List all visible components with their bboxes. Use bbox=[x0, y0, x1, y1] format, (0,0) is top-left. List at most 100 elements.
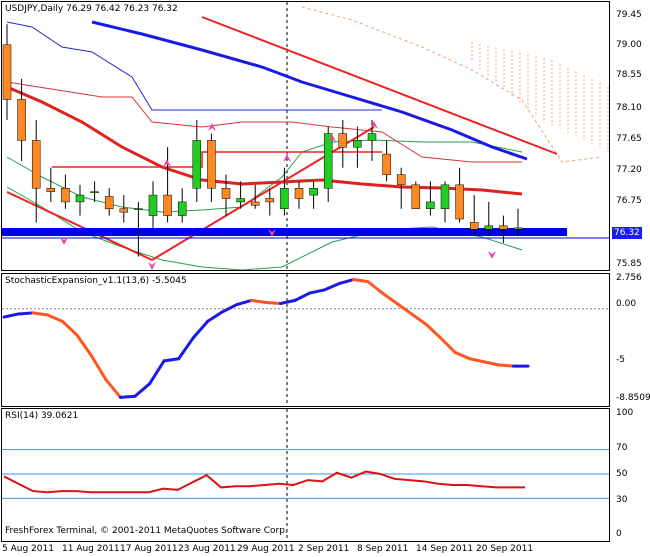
support-zone-band bbox=[2, 228, 567, 236]
fractal-up-arrow-icon bbox=[163, 159, 171, 167]
date-axis-label: 29 Aug 2011 bbox=[237, 544, 295, 554]
bullish-candle bbox=[192, 140, 202, 189]
date-axis-label: 5 Aug 2011 bbox=[2, 544, 54, 554]
bullish-candle bbox=[236, 198, 245, 203]
stochastic-falling-segment bbox=[468, 357, 486, 364]
bearish-candle bbox=[265, 198, 275, 203]
date-axis-label: 8 Sep 2011 bbox=[357, 544, 409, 554]
bearish-candle bbox=[119, 208, 129, 213]
bullish-candle bbox=[426, 201, 435, 210]
resistance-steps bbox=[52, 151, 382, 168]
stochastic-falling-segment bbox=[60, 319, 79, 337]
stochastic-rising-segment bbox=[206, 310, 224, 323]
bullish-candle bbox=[309, 188, 318, 196]
bearish-candle bbox=[207, 140, 216, 189]
stoch-axis-label: -8.8509 bbox=[616, 393, 650, 403]
price-axis-label: 78.10 bbox=[616, 103, 642, 113]
stochastic-falling-segment bbox=[89, 354, 108, 382]
rsi-line bbox=[3, 470, 525, 494]
price-chart-svg bbox=[2, 2, 609, 270]
bearish-candle bbox=[396, 174, 406, 186]
bullish-candle bbox=[75, 194, 85, 203]
stochastic-falling-segment bbox=[75, 333, 93, 358]
bearish-candle bbox=[2, 44, 12, 100]
stochastic-rising-segment bbox=[235, 298, 253, 307]
bearish-candle bbox=[163, 194, 172, 216]
price-axis-label: 77.20 bbox=[616, 165, 642, 175]
bearish-candle bbox=[221, 188, 231, 199]
bullish-candle bbox=[367, 133, 377, 141]
price-axis-label: 79.45 bbox=[616, 10, 642, 20]
stochastic-falling-segment bbox=[410, 312, 428, 326]
bearish-candle bbox=[338, 133, 348, 148]
stochastic-rising-segment bbox=[308, 288, 326, 295]
stochastic-falling-segment bbox=[264, 300, 283, 306]
current-price-badge: 76.32 bbox=[612, 227, 642, 239]
bullish-candle bbox=[148, 194, 158, 216]
stochastic-rising-segment bbox=[279, 298, 297, 306]
rsi-axis-label: 0 bbox=[616, 529, 622, 539]
price-pane-title: USDJPY,Daily 76.29 76.42 76.23 76.32 bbox=[5, 4, 178, 14]
stochastic-falling-segment bbox=[482, 360, 501, 367]
bullish-candle bbox=[280, 188, 289, 209]
stochastic-rising-segment bbox=[293, 291, 312, 302]
stochastic-falling-segment bbox=[453, 351, 472, 361]
moving-average-blue bbox=[91, 20, 528, 161]
price-axis-label: 79.00 bbox=[616, 40, 642, 50]
bearish-candle bbox=[411, 184, 421, 209]
bearish-candle bbox=[250, 201, 260, 206]
bearish-candle bbox=[294, 188, 304, 199]
date-axis-label: 14 Sep 2011 bbox=[416, 544, 474, 554]
moving-average-red bbox=[6, 85, 523, 196]
bullish-candle bbox=[90, 191, 99, 193]
bearish-candle bbox=[61, 188, 70, 203]
stochastic-rising-segment bbox=[17, 311, 35, 316]
date-axis-label: 23 Aug 2011 bbox=[178, 544, 236, 554]
bearish-candle bbox=[17, 99, 26, 141]
stochastic-rising-segment bbox=[162, 357, 181, 363]
stochastic-falling-segment bbox=[249, 298, 268, 304]
kijun-line bbox=[6, 21, 382, 111]
stochastic-falling-segment bbox=[46, 313, 64, 323]
stoch-axis-label: 2.756 bbox=[616, 273, 642, 283]
bearish-candle bbox=[104, 196, 114, 209]
stochastic-falling-segment bbox=[351, 278, 370, 284]
stochastic-falling-segment bbox=[439, 336, 457, 355]
price-chart-pane[interactable]: USDJPY,Daily 76.29 76.42 76.23 76.32 bbox=[1, 1, 610, 271]
stochastic-rising-segment bbox=[220, 303, 239, 314]
date-axis-label: 17 Aug 2011 bbox=[120, 544, 178, 554]
rsi-axis-label: 70 bbox=[616, 443, 628, 453]
rsi-axis-label: 50 bbox=[616, 469, 628, 479]
stochastic-rising-segment bbox=[191, 319, 210, 340]
date-axis-label: 11 Aug 2011 bbox=[62, 544, 120, 554]
date-axis-label: 20 Sep 2011 bbox=[476, 544, 534, 554]
stochastic-pane-title: StochasticExpansion_v1.1(13,6) -5.5045 bbox=[5, 276, 187, 286]
date-axis-label: 2 Sep 2011 bbox=[298, 544, 350, 554]
rsi-axis-label: 100 bbox=[616, 408, 634, 418]
bearish-candle bbox=[46, 188, 56, 192]
stochastic-rising-segment bbox=[2, 312, 21, 319]
price-axis-label: 76.75 bbox=[616, 196, 642, 206]
rsi-pane[interactable]: RSI(14) 39.0621 bbox=[1, 408, 610, 542]
stochastic-chart-svg bbox=[2, 274, 609, 406]
bearish-candle bbox=[31, 140, 41, 189]
bullish-candle bbox=[177, 201, 187, 216]
stochastic-pane[interactable]: StochasticExpansion_v1.1(13,6) -5.5045 bbox=[1, 273, 610, 407]
price-axis-label: 75.85 bbox=[616, 259, 642, 269]
bullish-candle bbox=[353, 140, 362, 148]
rsi-axis-label: 30 bbox=[616, 495, 628, 505]
stochastic-falling-segment bbox=[380, 291, 399, 306]
stochastic-rising-segment bbox=[337, 278, 355, 286]
bullish-candle bbox=[513, 227, 523, 230]
bullish-candle bbox=[440, 184, 450, 209]
stochastic-falling-segment bbox=[31, 311, 50, 317]
bullish-candle bbox=[484, 225, 494, 230]
bearish-candle bbox=[469, 222, 479, 230]
stochastic-rising-segment bbox=[322, 282, 341, 292]
copyright-footer: FreshForex Terminal, © 2001-2011 MetaQuo… bbox=[5, 526, 288, 536]
stochastic-rising-segment bbox=[133, 382, 152, 398]
stochastic-rising-segment bbox=[177, 336, 195, 361]
price-axis-label: 77.65 bbox=[616, 134, 642, 144]
fractal-down-arrow-icon bbox=[148, 262, 156, 270]
stoch-axis-label: -5 bbox=[616, 355, 625, 365]
